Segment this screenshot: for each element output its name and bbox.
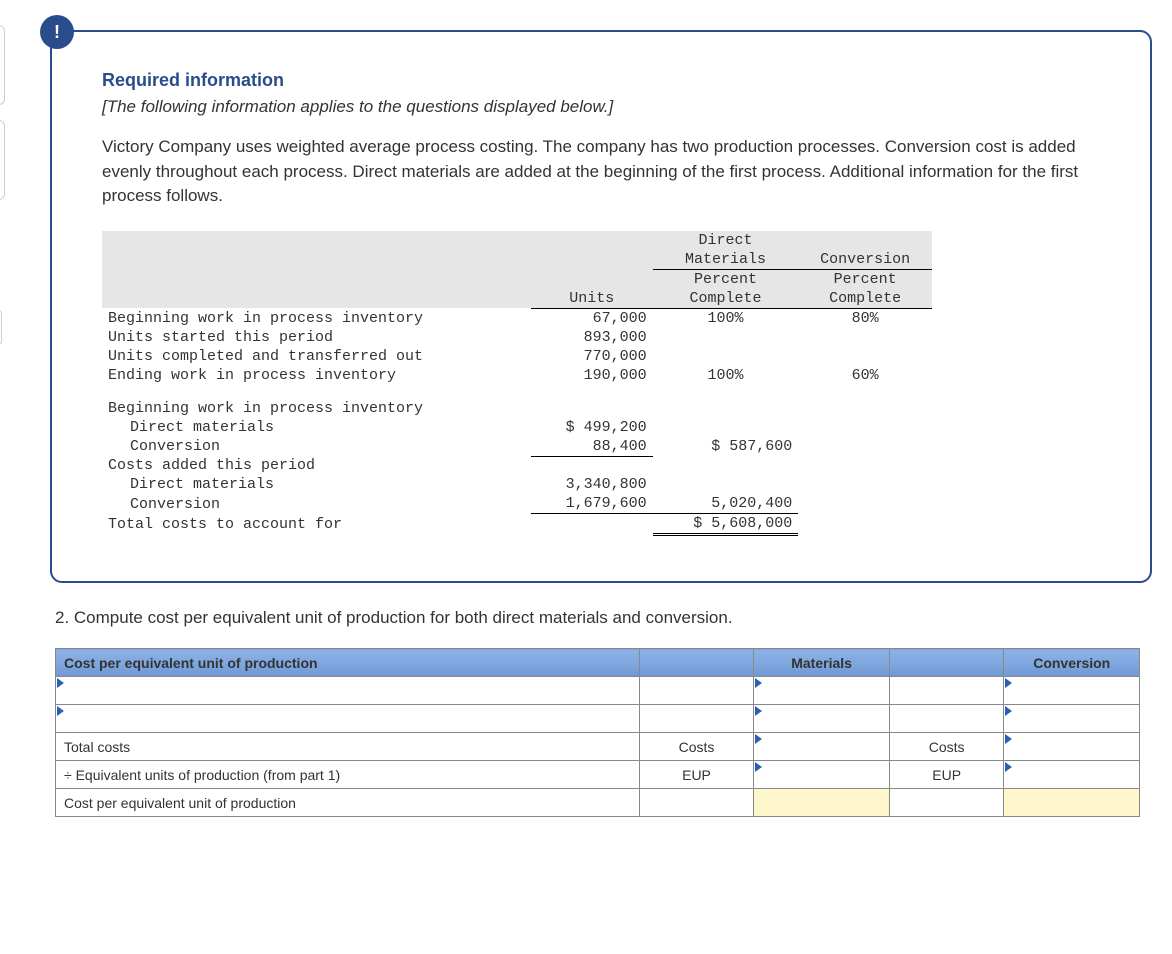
header-cell — [639, 649, 754, 677]
materials-header: Materials — [754, 649, 890, 677]
dropdown-cell[interactable] — [56, 705, 640, 733]
label-cell: EUP — [639, 761, 754, 789]
dropdown-icon — [1005, 706, 1012, 716]
table-row: Direct materials 3,340,800 — [102, 475, 932, 494]
input-cell[interactable] — [889, 677, 1004, 705]
table-row: Total costs Costs Costs — [56, 733, 1140, 761]
col-subheader: Percent — [653, 269, 799, 289]
input-cell[interactable] — [754, 761, 890, 789]
left-nav-rail: 2 — [0, 0, 8, 954]
table-row: Ending work in process inventory 190,000… — [102, 366, 932, 385]
row-label: Cost per equivalent unit of production — [56, 789, 640, 817]
row-label: ÷ Equivalent units of production (from p… — [56, 761, 640, 789]
input-cell[interactable] — [754, 705, 890, 733]
result-cell — [1004, 789, 1140, 817]
label-cell: Costs — [889, 733, 1004, 761]
input-cell[interactable] — [1004, 761, 1140, 789]
table-row — [56, 677, 1140, 705]
result-cell — [754, 789, 890, 817]
input-cell[interactable] — [639, 677, 754, 705]
table-row — [56, 705, 1140, 733]
dropdown-icon — [755, 762, 762, 772]
col-header: Units — [531, 289, 653, 309]
part-number-badge[interactable]: 2 — [0, 310, 2, 345]
answer-title-cell: Cost per equivalent unit of production — [56, 649, 640, 677]
table-row: Direct materials $ 499,200 — [102, 418, 932, 437]
input-cell[interactable] — [754, 733, 890, 761]
dropdown-icon — [755, 678, 762, 688]
input-cell[interactable] — [754, 677, 890, 705]
label-cell: EUP — [889, 761, 1004, 789]
dropdown-cell[interactable] — [56, 677, 640, 705]
row-label: Total costs — [56, 733, 640, 761]
col-header: Conversion — [798, 250, 932, 270]
answer-table: Cost per equivalent unit of production M… — [55, 648, 1140, 817]
dropdown-icon — [57, 678, 64, 688]
required-information-panel: ! Required information [The following in… — [50, 30, 1152, 583]
col-subheader: Complete — [798, 289, 932, 309]
readonly-cell — [639, 789, 754, 817]
table-row: Units started this period 893,000 — [102, 328, 932, 347]
question-2-text: 2. Compute cost per equivalent unit of p… — [55, 608, 1152, 628]
dropdown-icon — [1005, 734, 1012, 744]
nav-stub[interactable] — [0, 120, 5, 200]
input-cell[interactable] — [1004, 677, 1140, 705]
input-cell[interactable] — [1004, 733, 1140, 761]
table-row: Units completed and transferred out 770,… — [102, 347, 932, 366]
table-row: Conversion 88,400 $ 587,600 — [102, 437, 932, 457]
nav-stub[interactable] — [0, 25, 5, 105]
required-information-title: Required information — [102, 70, 1110, 91]
dropdown-icon — [57, 706, 64, 716]
table-row: Total costs to account for $ 5,608,000 — [102, 514, 932, 535]
conversion-header: Conversion — [1004, 649, 1140, 677]
input-cell[interactable] — [1004, 705, 1140, 733]
dropdown-icon — [1005, 678, 1012, 688]
readonly-cell — [889, 789, 1004, 817]
problem-intro: Victory Company uses weighted average pr… — [102, 135, 1110, 209]
label-cell: Costs — [639, 733, 754, 761]
col-header: Materials — [653, 250, 799, 270]
col-subheader: Complete — [653, 289, 799, 309]
input-cell[interactable] — [889, 705, 1004, 733]
problem-data-table: Direct Materials Conversion Percent Perc… — [102, 231, 932, 537]
applies-note: [The following information applies to th… — [102, 97, 1110, 117]
table-row: Costs added this period — [102, 456, 932, 475]
table-row: Beginning work in process inventory 67,0… — [102, 308, 932, 328]
table-row: Beginning work in process inventory — [102, 399, 932, 418]
header-cell — [889, 649, 1004, 677]
dropdown-icon — [755, 706, 762, 716]
input-cell[interactable] — [639, 705, 754, 733]
table-row: Cost per equivalent unit of production — [56, 789, 1140, 817]
dropdown-icon — [755, 734, 762, 744]
col-header: Direct — [653, 231, 799, 250]
table-row: ÷ Equivalent units of production (from p… — [56, 761, 1140, 789]
table-row: Conversion 1,679,600 5,020,400 — [102, 494, 932, 514]
dropdown-icon — [1005, 762, 1012, 772]
alert-icon: ! — [40, 15, 74, 49]
col-subheader: Percent — [798, 269, 932, 289]
